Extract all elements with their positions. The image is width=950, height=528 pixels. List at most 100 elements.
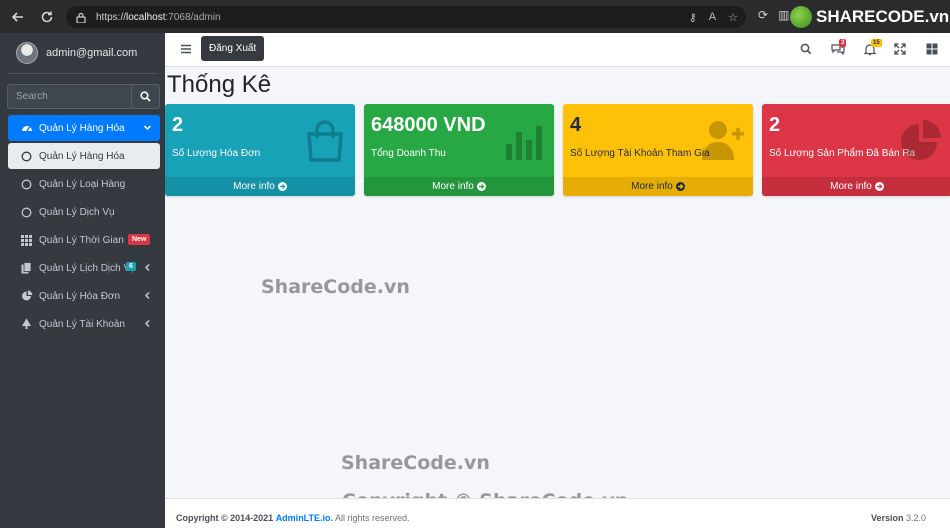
read-aloud-icon[interactable]: A <box>709 11 716 23</box>
more-info-link[interactable]: More info <box>563 177 753 196</box>
nav-quan-ly-hang-hoa[interactable]: Quản Lý Hàng Hóa <box>8 115 160 141</box>
footer-copyright: Copyright © 2014-2021 AdminLTE.io. All r… <box>176 513 410 523</box>
favorite-star-icon[interactable]: ☆ <box>728 11 738 24</box>
more-info-label: More info <box>233 181 275 192</box>
arrow-circle-right-icon <box>675 182 685 191</box>
arrow-circle-right-icon <box>277 182 287 191</box>
shopping-bag-icon <box>307 120 343 162</box>
back-arrow-icon[interactable] <box>4 3 32 31</box>
box-value: 2 <box>172 114 184 136</box>
new-badge: New <box>128 234 151 245</box>
box-label: Số Lượng Sản Phẩm Đã Bán Ra <box>769 148 916 159</box>
chevron-left-icon <box>142 262 152 272</box>
split-screen-icon[interactable]: ▥ <box>778 8 789 22</box>
nav-quan-ly-lich-dich-vu[interactable]: Quản Lý Lịch Dịch Vụ 6 <box>8 255 160 281</box>
more-info-link[interactable]: More info <box>364 177 554 196</box>
more-info-link[interactable]: More info <box>762 177 950 196</box>
version-label: Version <box>870 513 904 523</box>
main-footer: Copyright © 2014-2021 AdminLTE.io. All r… <box>165 498 950 528</box>
rights-text: All rights reserved. <box>335 513 410 523</box>
nav-quan-ly-loai-hang[interactable]: Quản Lý Loại Hàng <box>8 171 160 197</box>
more-info-label: More info <box>432 181 474 192</box>
nav-label: Quản Lý Hàng Hóa <box>39 122 125 134</box>
circle-icon <box>20 206 33 219</box>
sidebar: admin@gmail.com Search Quản Lý Hàng Hóa … <box>0 33 165 528</box>
box-value: 4 <box>570 114 582 136</box>
box-label: Số Lượng Hóa Đơn <box>172 148 261 159</box>
search-icon <box>140 91 151 102</box>
copyright-text: Copyright © 2014-2021 <box>176 513 274 523</box>
arrow-circle-right-icon <box>476 182 486 191</box>
messages-button[interactable]: 3 <box>831 39 847 56</box>
nav-quan-ly-tai-khoan[interactable]: Quản Lý Tài Khoản <box>8 311 160 337</box>
user-plus-icon <box>702 121 744 160</box>
top-navbar: Đăng Xuất 3 15 <box>165 33 950 67</box>
address-bar[interactable]: https://localhost:7068/admin ⚷ A ☆ <box>66 6 746 28</box>
version-number: 3.2.0 <box>905 513 926 523</box>
nav-label: Quản Lý Hàng Hóa <box>39 150 125 162</box>
pie-chart-icon <box>901 120 941 160</box>
more-info-label: More info <box>830 181 872 192</box>
key-icon[interactable]: ⚷ <box>689 11 697 24</box>
logo-mark-icon <box>790 6 812 28</box>
watermark-top: ShareCode.vn <box>261 276 410 298</box>
adminlte-link[interactable]: AdminLTE.io. <box>276 513 333 523</box>
circle-icon <box>20 178 33 191</box>
chevron-down-icon <box>142 122 152 132</box>
sidebar-divider <box>8 73 158 74</box>
logo-text: SHARECODE.vn <box>816 7 950 26</box>
nav-label: Quản Lý Lịch Dịch Vụ <box>39 262 134 274</box>
control-sidebar-button[interactable] <box>925 42 939 56</box>
notifications-badge: 15 <box>871 39 882 47</box>
search-button[interactable] <box>131 84 160 109</box>
extensions-icon[interactable]: ⟳ <box>758 8 768 22</box>
nav-quan-ly-hoa-don[interactable]: Quản Lý Hóa Đơn <box>8 283 160 309</box>
nav-label: Quản Lý Loại Hàng <box>39 178 126 190</box>
count-badge: 6 <box>126 262 136 271</box>
small-box-invoices: 2 Số Lượng Hóa Đơn More info <box>165 104 355 196</box>
chevron-left-icon <box>142 290 152 300</box>
search-input[interactable]: Search <box>7 84 131 109</box>
circle-icon <box>20 150 33 163</box>
url-path: :7068/admin <box>165 11 221 23</box>
reload-icon[interactable] <box>33 3 61 31</box>
page-title: Thống Kê <box>167 71 272 98</box>
browser-toolbar: https://localhost:7068/admin ⚷ A ☆ ⟳ ▥ S… <box>0 0 950 33</box>
nav-label: Quản Lý Tài Khoản <box>39 318 125 330</box>
sharecode-logo: SHARECODE.vn <box>790 6 949 28</box>
grid-icon <box>20 234 33 247</box>
url-scheme: https:// <box>96 11 127 23</box>
expand-arrows-icon <box>894 43 906 55</box>
messages-badge: 3 <box>839 39 847 47</box>
fullscreen-button[interactable] <box>893 42 907 56</box>
search-icon <box>800 43 812 55</box>
nav-sub-quan-ly-hang-hoa[interactable]: Quản Lý Hàng Hóa <box>8 143 160 169</box>
navbar-search-button[interactable] <box>799 42 813 56</box>
nav-label: Quản Lý Dịch Vụ <box>39 206 115 218</box>
dashboard-icon <box>20 122 33 135</box>
nav-label: Quản Lý Thời Gian <box>39 234 124 246</box>
arrow-circle-right-icon <box>874 182 884 191</box>
sidebar-search: Search <box>7 84 160 109</box>
nav-quan-ly-dich-vu[interactable]: Quản Lý Dịch Vụ <box>8 199 160 225</box>
menu-toggle-button[interactable] <box>180 43 192 55</box>
box-value: 648000 VND <box>371 114 486 136</box>
watermark-middle: ShareCode.vn <box>341 452 490 474</box>
user-panel[interactable]: admin@gmail.com <box>16 42 137 64</box>
th-large-icon <box>926 43 938 55</box>
notifications-button[interactable]: 15 <box>863 39 882 56</box>
footer-version: Version 3.2.0 <box>871 513 926 523</box>
user-email: admin@gmail.com <box>46 47 138 59</box>
pie-chart-icon <box>20 290 33 303</box>
small-box-accounts: 4 Số Lượng Tài Khoản Tham Gia More info <box>563 104 753 196</box>
lock-icon <box>76 11 88 23</box>
url-host: localhost <box>126 11 166 23</box>
nav-quan-ly-thoi-gian[interactable]: Quản Lý Thời Gian New <box>8 227 160 253</box>
content-wrapper: Thống Kê 2 Số Lượng Hóa Đơn More info 64… <box>165 67 950 512</box>
box-value: 2 <box>769 114 781 136</box>
box-label: Tổng Doanh Thu <box>371 148 446 159</box>
avatar <box>16 42 38 64</box>
tree-icon <box>20 318 33 331</box>
logout-button[interactable]: Đăng Xuất <box>201 36 265 61</box>
more-info-link[interactable]: More info <box>165 177 355 196</box>
